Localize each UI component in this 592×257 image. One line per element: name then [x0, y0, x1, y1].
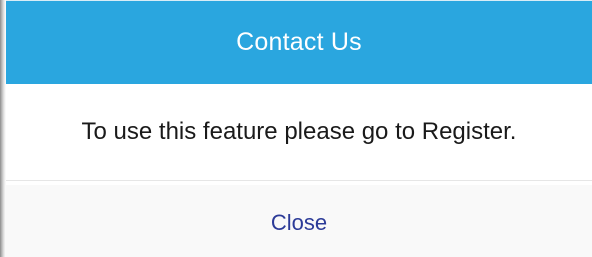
screen: Contact Us To use this feature please go…: [0, 0, 592, 257]
dialog-footer: Close: [6, 185, 592, 257]
dialog-body: To use this feature please go to Registe…: [6, 84, 592, 180]
footer-divider: [6, 180, 592, 181]
dialog-title: Contact Us: [236, 28, 362, 56]
close-button[interactable]: Close: [247, 202, 351, 244]
contact-us-dialog: Contact Us To use this feature please go…: [6, 0, 592, 257]
dialog-header: Contact Us: [6, 0, 592, 84]
dialog-message: To use this feature please go to Registe…: [81, 118, 517, 145]
